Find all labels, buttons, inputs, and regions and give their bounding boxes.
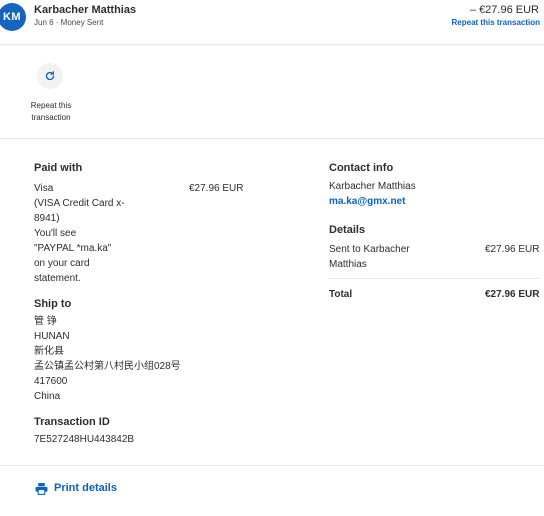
- transaction-subtitle: Jun 6 · Money Sent: [34, 18, 104, 27]
- print-button[interactable]: [35, 482, 48, 500]
- avatar: KM: [0, 3, 26, 31]
- ship-to-heading: Ship to: [34, 298, 72, 310]
- sent-amount: €27.96 EUR: [485, 244, 540, 255]
- transaction-id: 7E527248HU443842B: [34, 434, 135, 445]
- divider: [0, 44, 544, 45]
- divider: [0, 465, 544, 466]
- details-heading: Details: [329, 224, 366, 236]
- contact-info-heading: Contact info: [329, 162, 394, 174]
- divider: [0, 138, 544, 139]
- payment-method-details: Visa (VISA Credit Card x- 8941) You'll s…: [34, 183, 125, 284]
- shipping-address: 管 铮 HUNAN 新化县 孟公镇孟公村第八村民小组028号 417600 Ch…: [34, 316, 181, 402]
- repeat-transaction-button[interactable]: [37, 63, 63, 89]
- printer-icon: [35, 483, 48, 495]
- contact-email-link[interactable]: ma.ka@gmx.net: [329, 194, 405, 209]
- repeat-transaction-link[interactable]: Repeat this transaction: [452, 18, 540, 27]
- paid-with-heading: Paid with: [34, 162, 83, 174]
- transaction-id-heading: Transaction ID: [34, 416, 110, 428]
- print-details-link[interactable]: Print details: [54, 482, 117, 494]
- counterparty-name: Karbacher Matthias: [34, 4, 137, 16]
- total-label: Total: [329, 289, 353, 300]
- contact-name: Karbacher Matthias: [329, 181, 416, 192]
- repeat-transaction-label: Repeat this transaction: [30, 101, 72, 122]
- transaction-amount: – €27.96 EUR: [469, 4, 539, 16]
- refresh-icon: [45, 71, 55, 81]
- details-divider: [329, 278, 540, 279]
- total-amount: €27.96 EUR: [485, 289, 540, 300]
- sent-to-label: Sent to Karbacher Matthias: [329, 244, 410, 270]
- paid-amount: €27.96 EUR: [189, 183, 244, 194]
